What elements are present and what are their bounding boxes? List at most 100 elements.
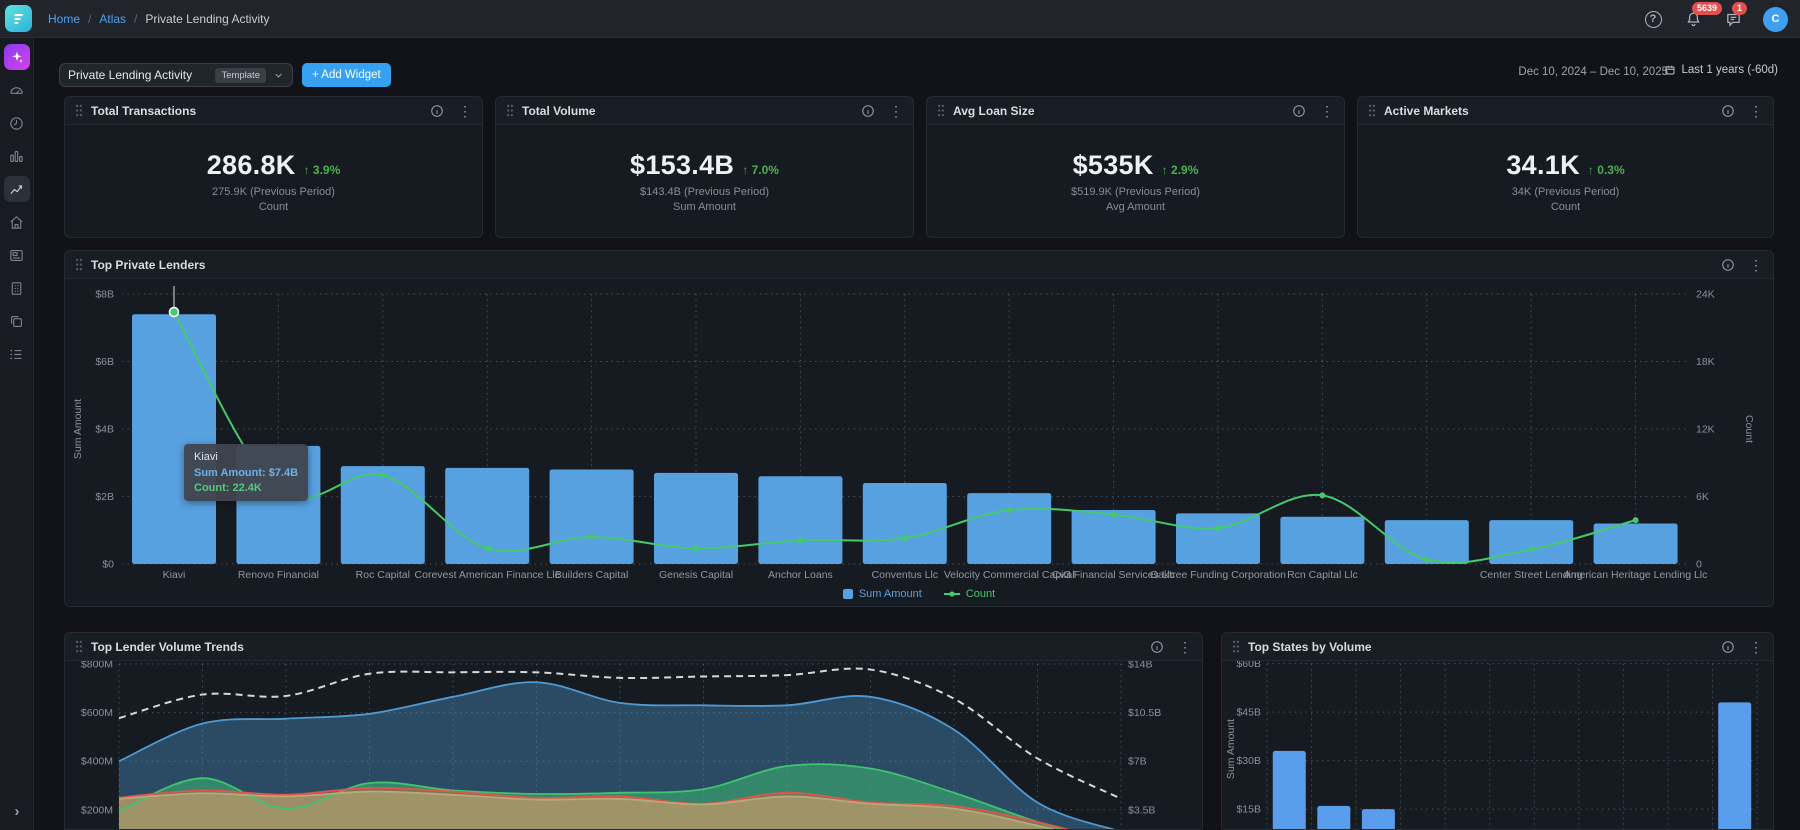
svg-text:$600M: $600M <box>81 707 113 719</box>
svg-text:24K: 24K <box>1696 289 1715 301</box>
chart-legend: Sum Amount Count <box>65 588 1773 600</box>
kpi-card-avg-loan-size: Avg Loan Size ⋮ $535K ↑ 2.9% $519.9K (Pr… <box>926 96 1345 238</box>
card-icon <box>8 247 25 264</box>
states-chart[interactable]: $60B$45B$30B$15BSum Amount <box>1222 661 1773 830</box>
panel-title: Top States by Volume <box>1248 640 1713 654</box>
sidebar-item-dashboard[interactable] <box>4 77 30 103</box>
svg-text:Renovo Financial: Renovo Financial <box>238 569 319 581</box>
kpi-previous: $143.4B (Previous Period) <box>640 186 769 198</box>
help-button[interactable]: ? <box>1643 9 1663 29</box>
kpi-metric: Avg Amount <box>1106 201 1165 213</box>
notifications-badge: 5639 <box>1692 2 1722 15</box>
lenders-chart[interactable]: $00$2B6K$4B12K$6B18K$8B24KKiaviRenovo Fi… <box>65 279 1773 584</box>
kebab-menu-icon[interactable]: ⋮ <box>1320 104 1334 118</box>
svg-text:Corevest American Finance Llc: Corevest American Finance Llc <box>415 569 560 581</box>
kpi-delta: ↑ 2.9% <box>1162 163 1199 177</box>
app-logo-icon[interactable] <box>5 5 32 32</box>
info-icon[interactable] <box>1721 258 1735 272</box>
info-icon[interactable] <box>430 104 444 118</box>
info-icon[interactable] <box>861 104 875 118</box>
sidebar-item-buildings[interactable] <box>4 275 30 301</box>
svg-text:Sum Amount: Sum Amount <box>72 399 84 459</box>
legend-sum-amount[interactable]: Sum Amount <box>843 588 922 600</box>
kpi-previous: 34K (Previous Period) <box>1512 186 1620 198</box>
kpi-previous: 275.9K (Previous Period) <box>212 186 335 198</box>
kebab-menu-icon[interactable]: ⋮ <box>1178 640 1192 654</box>
tooltip-sum-amount: Sum Amount: $7.4B <box>194 467 298 479</box>
svg-text:Builders Capital: Builders Capital <box>555 569 629 581</box>
copy-icon <box>8 313 25 330</box>
add-widget-button[interactable]: + Add Widget <box>302 63 391 87</box>
info-icon[interactable] <box>1150 640 1164 654</box>
svg-text:Rcn Capital Llc: Rcn Capital Llc <box>1287 569 1358 581</box>
kpi-value: 286.8K <box>207 150 296 181</box>
kebab-menu-icon[interactable]: ⋮ <box>1749 258 1763 272</box>
sidebar-expand-button[interactable]: › <box>0 798 34 824</box>
svg-text:12K: 12K <box>1696 424 1715 436</box>
kebab-menu-icon[interactable]: ⋮ <box>1749 640 1763 654</box>
trends-chart[interactable]: $800M$14B$600M$10.5B$400M$7B$200M$3.5B <box>65 661 1202 830</box>
user-avatar[interactable]: C <box>1763 7 1788 32</box>
sparkle-icon <box>9 49 25 65</box>
dashboard-selector[interactable]: Private Lending Activity Template <box>59 63 293 87</box>
drag-handle-icon[interactable] <box>506 104 514 117</box>
breadcrumb: Home / Atlas / Private Lending Activity <box>48 0 269 38</box>
sidebar-item-bar-charts[interactable] <box>4 143 30 169</box>
kebab-menu-icon[interactable]: ⋮ <box>889 104 903 118</box>
panel-top-lender-volume-trends: Top Lender Volume Trends ⋮ $800M$14B$600… <box>64 632 1203 830</box>
kebab-menu-icon[interactable]: ⋮ <box>1749 104 1763 118</box>
svg-text:$30B: $30B <box>1236 755 1261 767</box>
svg-text:$6B: $6B <box>95 356 114 368</box>
sidebar-item-trends-active[interactable] <box>4 176 30 202</box>
svg-text:$0: $0 <box>102 559 114 571</box>
sidebar-item-history[interactable] <box>4 110 30 136</box>
kpi-title: Total Transactions <box>91 104 422 118</box>
kpi-card-total-transactions: Total Transactions ⋮ 286.8K ↑ 3.9% 275.9… <box>64 96 483 238</box>
drag-handle-icon[interactable] <box>75 104 83 117</box>
breadcrumb-home[interactable]: Home <box>48 12 80 26</box>
svg-text:Roc Capital: Roc Capital <box>356 569 410 581</box>
notifications-button[interactable]: 5639 <box>1683 9 1703 29</box>
kpi-previous: $519.9K (Previous Period) <box>1071 186 1200 198</box>
kpi-card-active-markets: Active Markets ⋮ 34.1K ↑ 0.3% 34K (Previ… <box>1357 96 1774 238</box>
clock-icon <box>8 115 25 132</box>
kpi-title: Avg Loan Size <box>953 104 1284 118</box>
kpi-delta: ↑ 3.9% <box>304 163 341 177</box>
sidebar-item-collections[interactable] <box>4 308 30 334</box>
svg-text:Kiavi: Kiavi <box>163 569 186 581</box>
help-icon: ? <box>1645 11 1662 28</box>
info-icon[interactable] <box>1721 104 1735 118</box>
period-selector[interactable]: Last 1 years (-60d) <box>1664 64 1778 76</box>
sidebar-item-ai-assistant[interactable] <box>4 44 30 70</box>
home-icon <box>8 214 25 231</box>
drag-handle-icon[interactable] <box>1232 640 1240 653</box>
announcements-button[interactable]: 1 <box>1723 9 1743 29</box>
info-icon[interactable] <box>1721 640 1735 654</box>
svg-text:$200M: $200M <box>81 804 113 816</box>
kebab-menu-icon[interactable]: ⋮ <box>458 104 472 118</box>
drag-handle-icon[interactable] <box>1368 104 1376 117</box>
info-icon[interactable] <box>1292 104 1306 118</box>
kpi-metric: Sum Amount <box>673 201 736 213</box>
sidebar-item-cards[interactable] <box>4 242 30 268</box>
sidebar-item-home[interactable] <box>4 209 30 235</box>
tooltip-count: Count: 22.4K <box>194 482 298 494</box>
svg-text:$3.5B: $3.5B <box>1128 804 1155 816</box>
drag-handle-icon[interactable] <box>937 104 945 117</box>
template-badge: Template <box>215 68 266 83</box>
svg-text:Count: Count <box>1743 415 1755 443</box>
drag-handle-icon[interactable] <box>75 258 83 271</box>
svg-text:$14B: $14B <box>1128 661 1153 671</box>
sidebar-item-lists[interactable] <box>4 341 30 367</box>
drag-handle-icon[interactable] <box>75 640 83 653</box>
kpi-value: $535K <box>1073 150 1154 181</box>
kpi-title: Active Markets <box>1384 104 1713 118</box>
kpi-metric: Count <box>259 201 288 213</box>
svg-text:18K: 18K <box>1696 356 1715 368</box>
legend-count[interactable]: Count <box>944 588 995 600</box>
breadcrumb-atlas[interactable]: Atlas <box>99 12 126 26</box>
svg-text:$45B: $45B <box>1236 707 1261 719</box>
legend-square-icon <box>843 589 853 599</box>
panel-title: Top Lender Volume Trends <box>91 640 1142 654</box>
panel-top-private-lenders: Top Private Lenders ⋮ $00$2B6K$4B12K$6B1… <box>64 250 1774 607</box>
